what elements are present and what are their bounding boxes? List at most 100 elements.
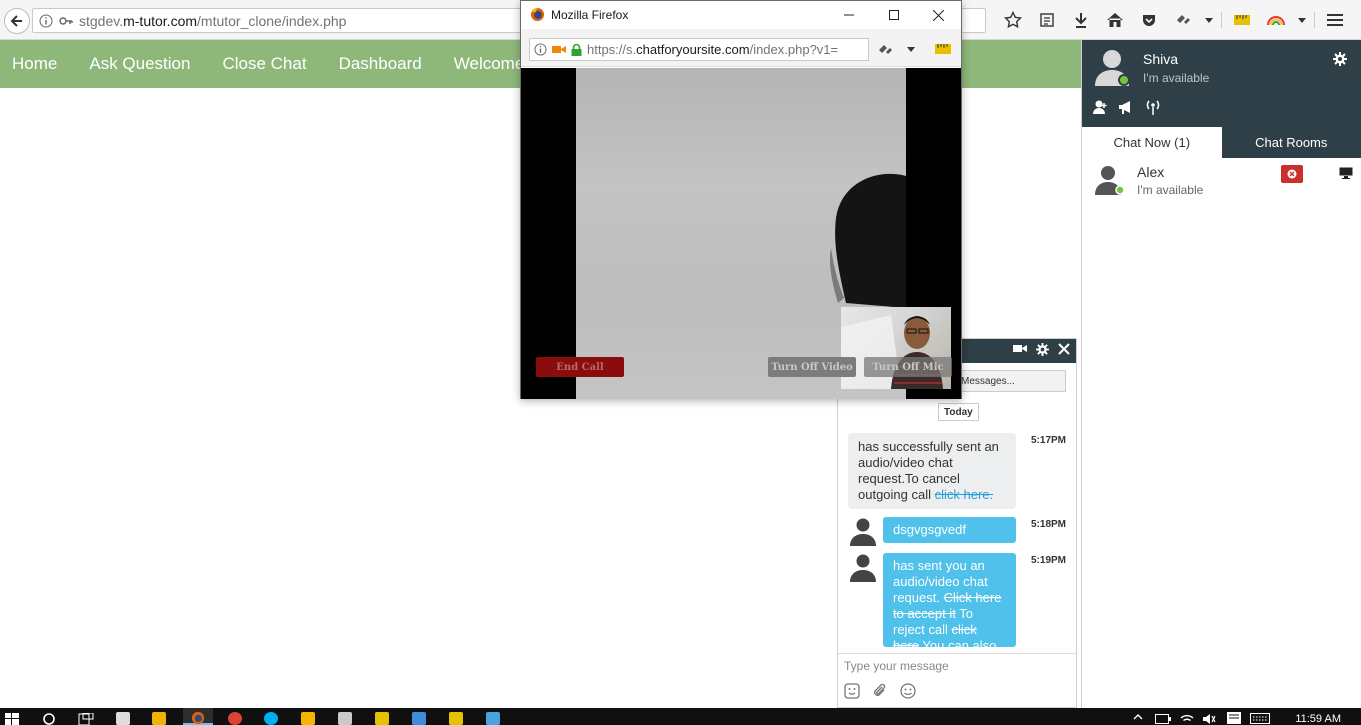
close-icon[interactable]: [1058, 343, 1070, 355]
skype-app-icon[interactable]: [264, 712, 278, 725]
video-area: End Call Turn Off Video Turn Off Mic: [521, 68, 961, 399]
avatar: [850, 518, 876, 546]
minimize-icon: [843, 14, 854, 16]
chevron-down-icon: [1298, 17, 1306, 23]
user-status[interactable]: I'm available: [1143, 71, 1209, 85]
info-icon[interactable]: [534, 43, 547, 56]
clock-time[interactable]: 11:59 AM: [1295, 713, 1341, 725]
minimize-button[interactable]: [826, 1, 871, 29]
ruler-extension-button[interactable]: [1225, 9, 1259, 31]
sticky-notes-app-icon[interactable]: [301, 712, 315, 725]
sidebar-header: Shiva I'm available: [1082, 40, 1361, 127]
popup-url-text: https://s.chatforyoursite.com/index.php?…: [587, 42, 839, 57]
gear-icon[interactable]: [1333, 52, 1347, 66]
home-icon: [1107, 13, 1123, 27]
video-camera-icon[interactable]: [1013, 343, 1027, 354]
popup-address-bar[interactable]: https://s.chatforyoursite.com/index.php?…: [529, 38, 869, 61]
message-time: 5:19PM: [1031, 555, 1067, 566]
search-icon[interactable]: [42, 712, 56, 725]
hamburger-icon: [1327, 14, 1343, 26]
ruler-icon[interactable]: [935, 43, 951, 55]
chevron-down-icon: [1205, 17, 1213, 23]
contact-item[interactable]: Alex I'm available: [1082, 158, 1361, 203]
maximize-button[interactable]: [871, 1, 916, 29]
popup-titlebar[interactable]: Mozilla Firefox: [521, 1, 961, 29]
home-button[interactable]: [1098, 9, 1132, 31]
cancel-call-link[interactable]: click here.: [935, 487, 994, 502]
add-user-icon[interactable]: [1092, 99, 1108, 115]
message-input[interactable]: Type your message: [838, 653, 1076, 677]
network-app-icon[interactable]: [412, 712, 426, 725]
chevron-down-icon[interactable]: [907, 47, 915, 52]
nav-dashboard[interactable]: Dashboard: [339, 54, 422, 74]
battery-icon[interactable]: [1155, 714, 1171, 724]
nav-ask-question[interactable]: Ask Question: [89, 54, 190, 74]
contact-name: Alex: [1137, 164, 1165, 180]
paperclip-icon[interactable]: [872, 683, 888, 699]
volume-icon[interactable]: [1202, 713, 1216, 725]
reading-list-button[interactable]: [1030, 9, 1064, 31]
utility-app-icon[interactable]: [449, 712, 463, 725]
close-icon: [933, 9, 944, 21]
bug-icon[interactable]: [877, 43, 893, 57]
key-icon[interactable]: [59, 14, 73, 28]
pocket-icon: [1143, 15, 1155, 26]
downloads-button[interactable]: [1064, 9, 1098, 31]
turn-off-mic-button[interactable]: Turn Off Mic: [864, 357, 952, 377]
toolbar-separator: [1314, 12, 1315, 28]
task-view-icon[interactable]: [78, 713, 94, 725]
lock-icon: [571, 43, 582, 56]
calculator-app-icon[interactable]: [116, 712, 130, 725]
ruler-icon: [1234, 15, 1250, 25]
rainbow-extension-button[interactable]: [1259, 9, 1293, 31]
nav-home[interactable]: Home: [12, 54, 57, 74]
contact-status: I'm available: [1137, 183, 1204, 197]
chat-message: dsgvgsgvedf: [883, 517, 1016, 543]
notepad-app-icon[interactable]: [338, 712, 352, 725]
extension-button[interactable]: [1166, 9, 1200, 31]
sidebar-tabs: Chat Now (1) Chat Rooms: [1082, 127, 1361, 158]
close-window-button[interactable]: [916, 1, 961, 29]
date-separator: Today: [938, 403, 979, 421]
megaphone-icon[interactable]: [1118, 99, 1134, 115]
camera-permission-icon[interactable]: [552, 44, 566, 55]
list-icon: [1040, 13, 1054, 27]
toolbar-separator: [1221, 12, 1222, 28]
pocket-button[interactable]: [1132, 9, 1166, 31]
star-icon: [1004, 11, 1022, 29]
tab-chat-rooms[interactable]: Chat Rooms: [1221, 127, 1361, 158]
end-call-button[interactable]: End Call: [536, 357, 624, 377]
back-button[interactable]: [4, 8, 30, 34]
broadcast-icon[interactable]: [1144, 99, 1162, 115]
info-icon[interactable]: [39, 14, 53, 28]
windows-start-icon[interactable]: [5, 713, 19, 725]
older-messages-button[interactable]: Messages...: [956, 370, 1066, 392]
extension-dropdown[interactable]: [1200, 9, 1218, 31]
rainbow-dropdown[interactable]: [1293, 9, 1311, 31]
turn-off-video-button[interactable]: Turn Off Video: [768, 357, 856, 377]
tab-chat-now[interactable]: Chat Now (1): [1082, 127, 1222, 158]
smiley-icon[interactable]: [900, 683, 916, 699]
remote-desktop-app-icon[interactable]: [486, 712, 500, 725]
download-icon: [1075, 13, 1087, 28]
chrome-app-icon[interactable]: [228, 712, 242, 725]
sticker-icon[interactable]: [844, 683, 860, 699]
avatar: [1095, 50, 1130, 86]
firefox-taskbar-button[interactable]: [183, 708, 213, 725]
bookmark-star-button[interactable]: [996, 9, 1030, 31]
close-circle-icon: [1287, 169, 1297, 179]
bug-icon: [1177, 15, 1190, 24]
chevron-up-icon[interactable]: [1133, 714, 1143, 720]
gear-icon[interactable]: [1036, 343, 1049, 356]
maximize-icon: [888, 10, 899, 20]
filezilla-app-icon[interactable]: [375, 712, 389, 725]
menu-button[interactable]: [1318, 9, 1352, 31]
wifi-icon[interactable]: [1180, 713, 1194, 725]
nav-close-chat[interactable]: Close Chat: [222, 54, 306, 74]
keyboard-icon[interactable]: [1250, 713, 1270, 724]
url-text: stgdev.m-tutor.com/mtutor_clone/index.ph…: [79, 12, 347, 29]
remove-contact-button[interactable]: [1281, 165, 1303, 183]
chat-sidebar: Shiva I'm available Chat Now (1) Chat Ro…: [1081, 40, 1361, 708]
action-center-icon[interactable]: [1227, 712, 1241, 724]
file-explorer-app-icon[interactable]: [152, 712, 166, 725]
